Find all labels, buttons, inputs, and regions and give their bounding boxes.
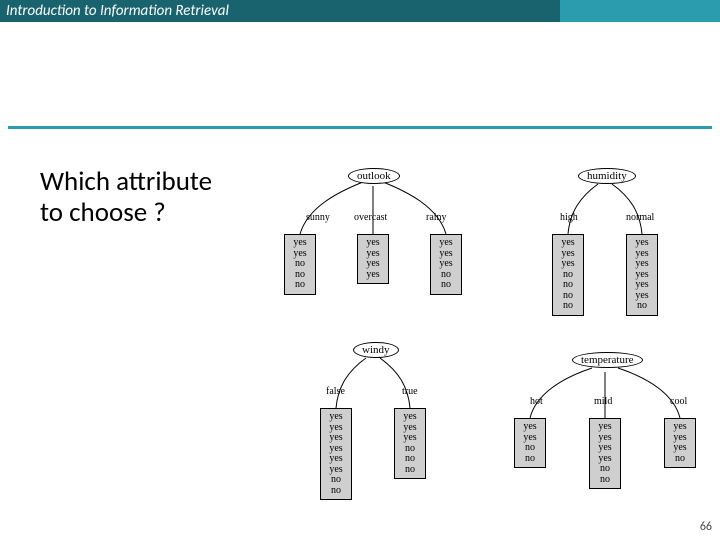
humidity-leaf-normal: yesyesyesyesyesyesno bbox=[626, 234, 658, 316]
body-title: Which attribute to choose ? bbox=[40, 166, 212, 228]
slide-header-title: Introduction to Information Retrieval bbox=[6, 0, 229, 22]
page-number: 66 bbox=[700, 520, 712, 534]
temperature-edge-mild: mild bbox=[594, 396, 612, 407]
title-underline bbox=[8, 126, 712, 129]
temperature-leaf-mild: yesyesyesyesnono bbox=[589, 418, 621, 489]
windy-leaf-false: yesyesyesyesyesyesnono bbox=[320, 408, 352, 500]
body-title-line1: Which attribute bbox=[40, 165, 212, 198]
windy-edge-true: true bbox=[402, 386, 418, 397]
tree-temperature: temperature hot mild cool yesyesnono yes… bbox=[490, 346, 710, 526]
temperature-root: temperature bbox=[572, 352, 643, 368]
tree-outlook: outlook sunny overcast rainy yesyesnonon… bbox=[268, 162, 478, 332]
outlook-leaf-rainy: yesyesyesnono bbox=[430, 234, 462, 295]
windy-leaf-true: yesyesyesnonono bbox=[394, 408, 426, 479]
body-title-line2: to choose ? bbox=[40, 196, 166, 229]
humidity-edge-high: high bbox=[560, 212, 578, 223]
temperature-edge-cool: cool bbox=[670, 396, 687, 407]
outlook-edge-rainy: rainy bbox=[426, 212, 447, 223]
temperature-leaf-hot: yesyesnono bbox=[514, 418, 546, 468]
humidity-leaf-high: yesyesyesnononono bbox=[552, 234, 584, 316]
temperature-leaf-cool: yesyesyesno bbox=[664, 418, 696, 468]
outlook-leaf-overcast: yesyesyesyes bbox=[357, 234, 389, 284]
tree-humidity: humidity high normal yesyesyesnononono y… bbox=[520, 162, 690, 342]
outlook-edge-sunny: sunny bbox=[306, 212, 330, 223]
outlook-edge-overcast: overcast bbox=[354, 212, 387, 223]
outlook-leaf-sunny: yesyesnonono bbox=[284, 234, 316, 295]
header-accent bbox=[560, 0, 720, 22]
humidity-root: humidity bbox=[578, 168, 636, 184]
humidity-edge-normal: normal bbox=[626, 212, 654, 223]
tree-windy: windy false true yesyesyesyesyesyesnono … bbox=[288, 336, 458, 526]
windy-edge-false: false bbox=[326, 386, 345, 397]
outlook-root: outlook bbox=[348, 168, 400, 184]
windy-root: windy bbox=[353, 342, 399, 358]
temperature-edge-hot: hot bbox=[530, 396, 543, 407]
